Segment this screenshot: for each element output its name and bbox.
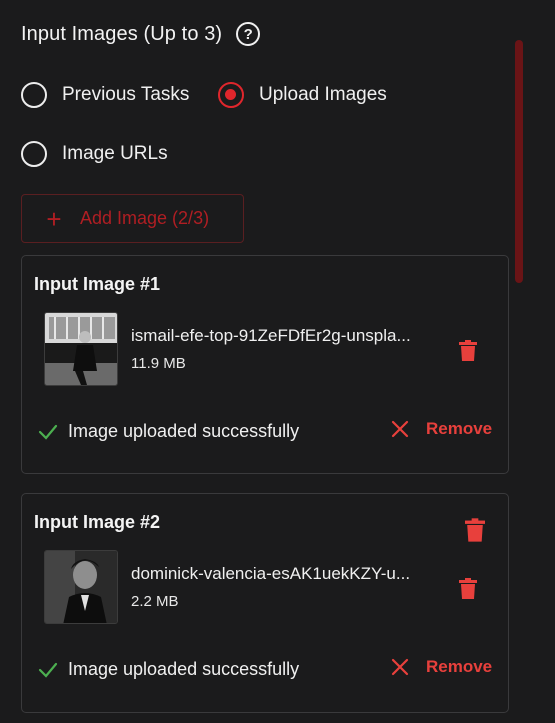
remove-label: Remove (426, 657, 493, 676)
check-icon (38, 662, 58, 678)
card-title: Input Image #1 (34, 274, 161, 294)
close-icon (391, 420, 409, 438)
radio-circle-icon (21, 141, 47, 167)
remove-button[interactable]: Remove (390, 419, 492, 439)
trash-icon[interactable] (459, 578, 477, 599)
section-header: Input Images (Up to 3) ? (21, 22, 261, 46)
check-icon (38, 424, 58, 440)
delete-card-icon[interactable] (465, 518, 485, 542)
status-text: Image uploaded successfully (68, 421, 300, 441)
radio-label: Previous Tasks (62, 84, 190, 105)
upload-status: Image uploaded successfully (38, 659, 299, 680)
file-name: dominick-valencia-esAK1uekKZY-u... (131, 564, 411, 583)
file-name: ismail-efe-top-91ZeFDfEr2g-unspla... (131, 326, 411, 345)
trash-icon[interactable] (459, 340, 477, 361)
file-size: 11.9 MB (131, 355, 186, 372)
radio-label: Upload Images (259, 84, 387, 105)
upload-status: Image uploaded successfully (38, 421, 299, 442)
radio-label: Image URLs (62, 143, 168, 164)
input-image-card-2: Input Image #2 dominick-valencia-esAK1ue… (21, 493, 509, 713)
card-title: Input Image #2 (34, 512, 161, 532)
radio-circle-checked-icon (218, 82, 244, 108)
status-text: Image uploaded successfully (68, 659, 300, 679)
image-thumbnail (44, 312, 118, 386)
plus-icon: + (46, 203, 62, 234)
add-image-button[interactable]: + Add Image (2/3) (21, 194, 244, 243)
input-images-panel: Input Images (Up to 3) ? Previous Tasks … (0, 0, 555, 723)
file-size: 2.2 MB (131, 593, 179, 610)
remove-label: Remove (426, 419, 493, 438)
remove-button[interactable]: Remove (390, 657, 492, 677)
close-icon (391, 658, 409, 676)
section-title: Input Images (Up to 3) (21, 22, 223, 45)
help-icon[interactable]: ? (236, 22, 261, 46)
radio-circle-icon (21, 82, 47, 108)
radio-previous-tasks[interactable]: Previous Tasks (21, 82, 189, 108)
scrollbar-thumb[interactable] (515, 40, 523, 283)
radio-upload-images[interactable]: Upload Images (218, 82, 387, 108)
add-image-label: Add Image (2/3) (80, 208, 210, 228)
image-thumbnail (44, 550, 118, 624)
input-image-card-1: Input Image #1 ismail-efe-top-91ZeFDfEr2… (21, 255, 509, 474)
radio-image-urls[interactable]: Image URLs (21, 141, 168, 167)
